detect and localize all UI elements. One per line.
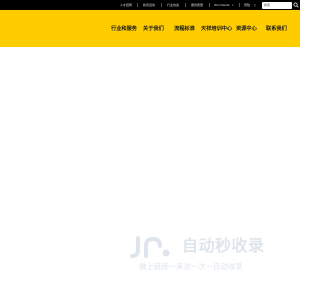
location-pin-icon[interactable]: ⌖ [232,0,234,10]
nav-item-training[interactable]: 天祥培训中心 [201,25,232,33]
search-icon[interactable] [293,2,299,8]
nav-item-resources[interactable]: 资源中心 [236,25,257,33]
search-input[interactable]: 搜索 [262,1,292,9]
search-placeholder: 搜索 [264,2,271,7]
divider [209,3,210,7]
association-link[interactable]: 行业协会 [167,0,179,10]
careers-link[interactable]: 人才招聘 [120,0,132,10]
watermark-logo-icon [130,236,170,258]
divider [185,3,186,7]
login-link[interactable]: 登陆 [244,0,250,10]
nav-item-process[interactable]: 流程标准 [174,25,195,33]
watermark-title: 自动秒收录 [182,236,265,255]
quality-link[interactable]: 服务质量 [191,0,203,10]
user-icon[interactable]: ▯ [254,0,256,10]
worldwide-link[interactable]: Worldwide [214,0,230,10]
top-utility-bar: 人才招聘 新闻活动 行业协会 服务质量 Worldwide ⌖ 登陆 ▯ 搜索 [0,0,300,10]
divider [137,3,138,7]
nav-item-contact[interactable]: 联系我们 [266,25,287,33]
divider [239,3,240,7]
watermark-slogan: 做上链接一来访一次一自动收录 [139,262,243,271]
news-link[interactable]: 新闻活动 [143,0,155,10]
nav-item-industries[interactable]: 行业和服务 [111,25,137,33]
main-header: 行业和服务 关于我们 流程标准 天祥培训中心 资源中心 联系我们 [0,10,300,47]
divider [161,3,162,7]
nav-item-about[interactable]: 关于我们 [143,25,164,33]
